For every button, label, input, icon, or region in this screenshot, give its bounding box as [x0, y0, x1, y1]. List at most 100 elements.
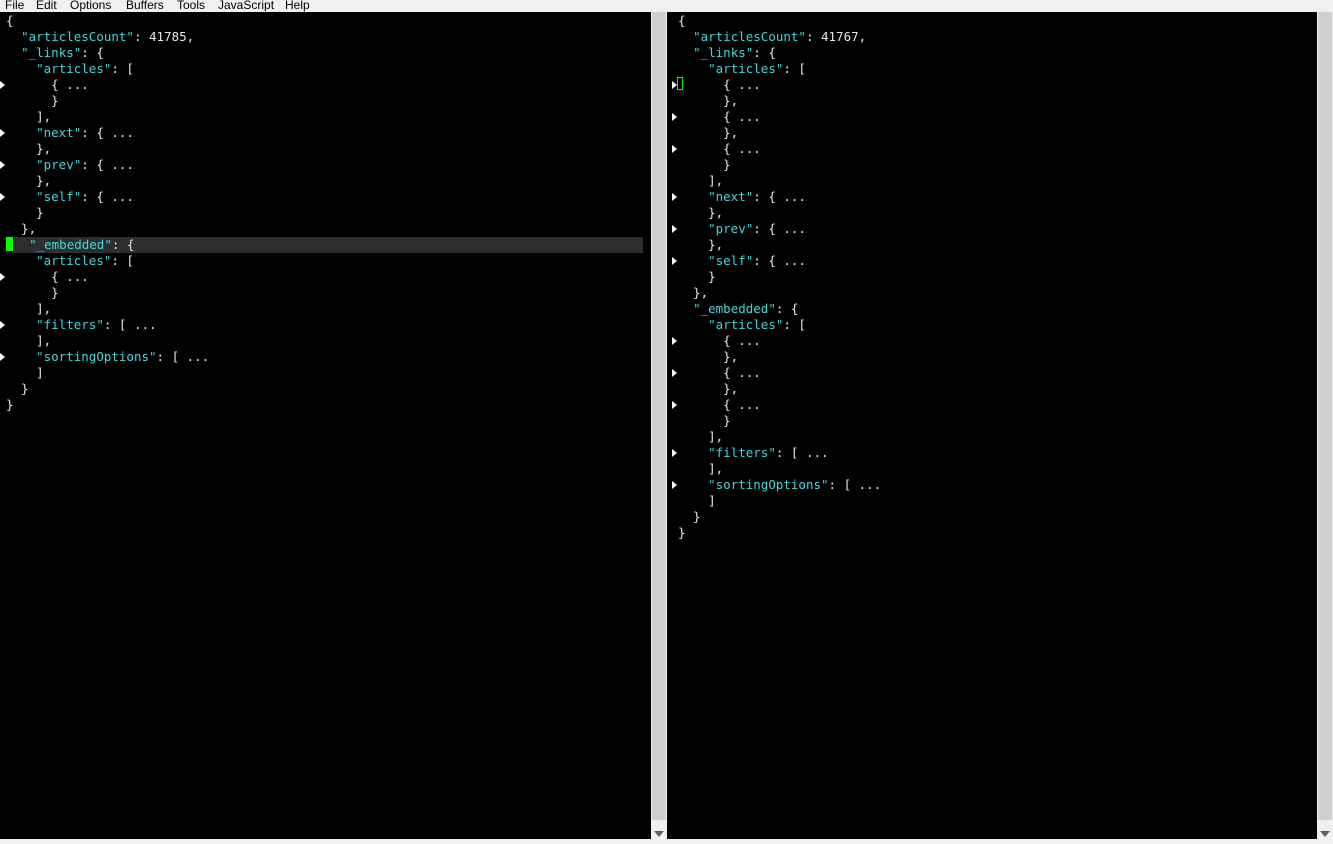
menu-javascript[interactable]: JavaScript: [218, 0, 274, 12]
code-line[interactable]: { ...: [678, 77, 761, 93]
code-line[interactable]: "filters": [ ...: [6, 317, 156, 333]
triangle-right-icon[interactable]: [0, 129, 5, 137]
code-line[interactable]: },: [678, 205, 723, 221]
code-line[interactable]: ],: [678, 461, 723, 477]
right-editor-pane[interactable]: { "articlesCount": 41767, "_links": { "a…: [672, 12, 1308, 839]
code-line[interactable]: "articlesCount": 41785,: [6, 29, 194, 45]
code-line[interactable]: { ...: [678, 333, 761, 349]
code-text: ],: [6, 109, 52, 124]
triangle-right-icon[interactable]: [672, 481, 677, 489]
triangle-right-icon[interactable]: [0, 193, 5, 201]
code-line[interactable]: "prev": { ...: [6, 157, 134, 173]
code-text: ],: [6, 333, 52, 348]
code-line[interactable]: "articles": [: [678, 317, 806, 333]
code-line[interactable]: },: [6, 141, 51, 157]
code-text: : { ...: [753, 221, 806, 236]
code-line[interactable]: }: [6, 397, 14, 413]
code-line[interactable]: "_embedded": {: [14, 237, 643, 253]
code-line[interactable]: "_links": {: [678, 45, 776, 61]
code-line[interactable]: { ...: [678, 397, 761, 413]
code-line[interactable]: },: [678, 349, 738, 365]
code-line[interactable]: ]: [678, 493, 716, 509]
code-line[interactable]: ],: [678, 173, 723, 189]
code-line[interactable]: { ...: [678, 141, 761, 157]
code-line[interactable]: }: [6, 93, 59, 109]
menu-tools[interactable]: Tools: [177, 0, 205, 12]
code-line[interactable]: {: [6, 13, 14, 29]
code-line[interactable]: "sortingOptions": [ ...: [678, 477, 881, 493]
code-line[interactable]: "articles": [: [6, 61, 134, 77]
code-line[interactable]: }: [678, 525, 686, 541]
code-line[interactable]: }: [678, 413, 731, 429]
triangle-right-icon[interactable]: [672, 193, 677, 201]
triangle-right-icon[interactable]: [672, 369, 677, 377]
code-line[interactable]: "self": { ...: [6, 189, 134, 205]
code-line[interactable]: ],: [6, 109, 51, 125]
left-scrollbar[interactable]: [651, 12, 667, 839]
left-scrollbar-thumb[interactable]: [652, 12, 666, 820]
code-line[interactable]: }: [678, 157, 731, 173]
triangle-right-icon[interactable]: [0, 353, 5, 361]
triangle-right-icon[interactable]: [672, 113, 677, 121]
code-line[interactable]: },: [678, 285, 708, 301]
code-line[interactable]: {: [678, 13, 686, 29]
code-line[interactable]: { ...: [6, 269, 89, 285]
code-line[interactable]: },: [678, 93, 738, 109]
right-scrollbar[interactable]: [1317, 12, 1333, 839]
triangle-right-icon[interactable]: [0, 321, 5, 329]
code-line[interactable]: ],: [678, 429, 723, 445]
triangle-right-icon[interactable]: [672, 257, 677, 265]
triangle-right-icon[interactable]: [0, 273, 5, 281]
code-line[interactable]: "sortingOptions": [ ...: [6, 349, 209, 365]
code-line[interactable]: ],: [6, 333, 51, 349]
menu-options[interactable]: Options: [70, 0, 111, 12]
code-text: : { ...: [81, 189, 134, 204]
triangle-right-icon[interactable]: [672, 449, 677, 457]
menu-file[interactable]: File: [5, 0, 24, 12]
menu-buffers[interactable]: Buffers: [126, 0, 164, 12]
code-line[interactable]: },: [678, 381, 738, 397]
code-line[interactable]: "_embedded": {: [678, 301, 798, 317]
code-line[interactable]: "self": { ...: [678, 253, 806, 269]
triangle-right-icon[interactable]: [0, 161, 5, 169]
left-editor-pane[interactable]: { "articlesCount": 41785, "_links": { "a…: [0, 12, 643, 839]
code-line[interactable]: },: [678, 125, 738, 141]
code-line[interactable]: },: [6, 173, 51, 189]
code-line[interactable]: "articles": [: [6, 253, 134, 269]
code-line[interactable]: }: [6, 205, 44, 221]
code-line[interactable]: "_links": {: [6, 45, 104, 61]
code-line[interactable]: "articlesCount": 41767,: [678, 29, 866, 45]
menu-help[interactable]: Help: [285, 0, 310, 12]
triangle-right-icon[interactable]: [672, 337, 677, 345]
arrow-down-icon[interactable]: [654, 831, 664, 837]
code-text: ]: [678, 493, 716, 508]
right-scrollbar-thumb[interactable]: [1318, 12, 1332, 820]
code-line[interactable]: ]: [6, 365, 44, 381]
code-line[interactable]: },: [678, 237, 723, 253]
triangle-right-icon[interactable]: [672, 401, 677, 409]
triangle-right-icon[interactable]: [0, 81, 5, 89]
triangle-right-icon[interactable]: [672, 145, 677, 153]
code-line[interactable]: "filters": [ ...: [678, 445, 828, 461]
triangle-right-icon[interactable]: [672, 225, 677, 233]
json-key: "articles": [708, 61, 784, 76]
code-text: }: [678, 509, 701, 524]
code-line[interactable]: }: [6, 285, 59, 301]
code-line[interactable]: "next": { ...: [678, 189, 806, 205]
code-line[interactable]: }: [6, 381, 29, 397]
code-line[interactable]: "prev": { ...: [678, 221, 806, 237]
code-line[interactable]: ],: [6, 301, 51, 317]
code-line[interactable]: "next": { ...: [6, 125, 134, 141]
code-line[interactable]: },: [6, 221, 36, 237]
code-line[interactable]: }: [678, 269, 716, 285]
code-line[interactable]: { ...: [678, 109, 761, 125]
code-line[interactable]: { ...: [6, 77, 89, 93]
code-line[interactable]: "articles": [: [678, 61, 806, 77]
code-line[interactable]: { ...: [678, 365, 761, 381]
arrow-down-icon[interactable]: [1320, 831, 1330, 837]
code-text: {: [678, 13, 686, 28]
code-line[interactable]: }: [678, 509, 701, 525]
menu-edit[interactable]: Edit: [36, 0, 57, 12]
